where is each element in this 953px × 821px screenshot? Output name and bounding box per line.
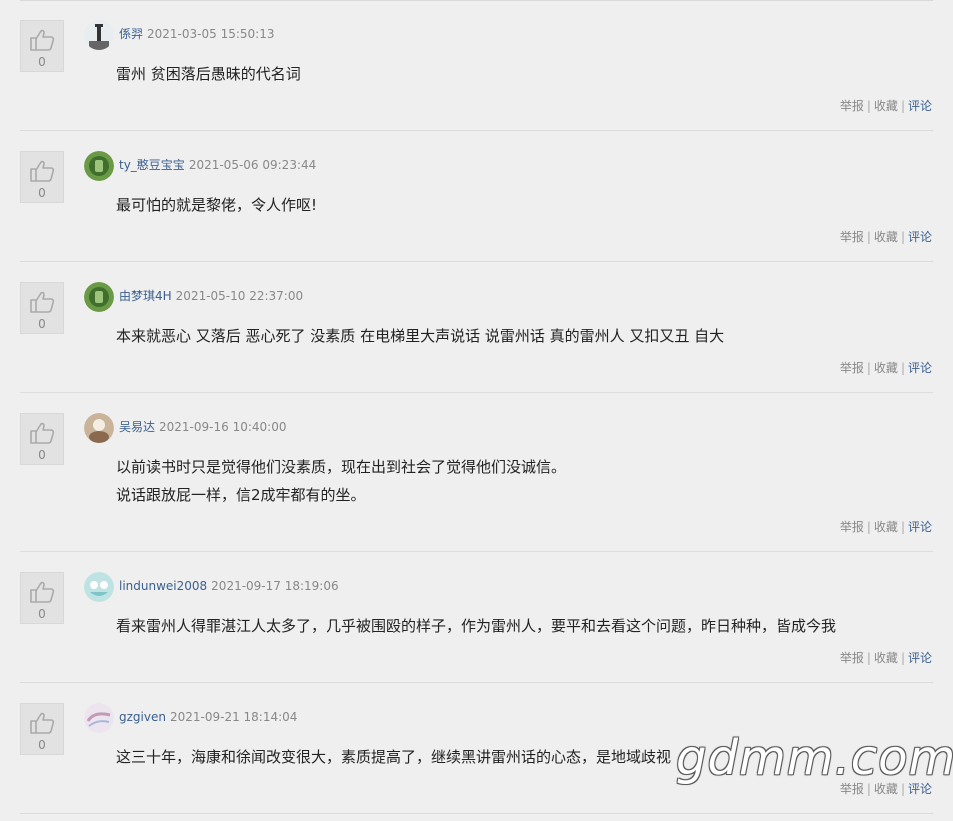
reply-link[interactable]: 评论 [908, 651, 932, 665]
comment-item: 0 ty_憨豆宝宝 2021-05-06 09:23:44 最可怕的就是黎佬，令人… [0, 131, 953, 262]
username-link[interactable]: gzgiven [119, 710, 166, 724]
like-count: 0 [38, 738, 46, 752]
comment-actions: 举报 | 收藏 | 评论 [839, 520, 932, 534]
avatar[interactable] [84, 151, 114, 181]
like-count: 0 [38, 607, 46, 621]
comment-actions: 举报 | 收藏 | 评论 [839, 782, 932, 796]
thumbs-up-icon [30, 712, 55, 734]
comment-actions: 举报 | 收藏 | 评论 [839, 99, 932, 113]
like-count: 0 [38, 186, 46, 200]
avatar[interactable] [84, 20, 114, 50]
avatar[interactable] [84, 703, 114, 733]
username-link[interactable]: 由梦琪4H [119, 289, 172, 303]
comment-time: 2021-09-16 10:40:00 [159, 420, 287, 434]
avatar[interactable] [84, 413, 114, 443]
collect-link[interactable]: 收藏 [874, 361, 898, 375]
comment-time: 2021-09-17 18:19:06 [211, 579, 339, 593]
like-button[interactable]: 0 [20, 20, 64, 72]
report-link[interactable]: 举报 [840, 99, 864, 113]
username-link[interactable]: 係羿 [119, 27, 143, 41]
username-link[interactable]: ty_憨豆宝宝 [119, 158, 185, 172]
comment-text: 以前读书时只是觉得他们没素质，现在出到社会了觉得他们没诚信。 说话跟放屁一样，信… [116, 453, 566, 509]
report-link[interactable]: 举报 [840, 520, 864, 534]
collect-link[interactable]: 收藏 [874, 230, 898, 244]
comment-actions: 举报 | 收藏 | 评论 [839, 361, 932, 375]
comment-time: 2021-09-21 18:14:04 [169, 710, 298, 724]
like-count: 0 [38, 448, 46, 462]
report-link[interactable]: 举报 [840, 361, 864, 375]
collect-link[interactable]: 收藏 [874, 782, 898, 796]
comment-actions: 举报 | 收藏 | 评论 [839, 651, 932, 665]
comment-item: 0 係羿 2021-03-05 15:50:13 雷州 贫困落后愚昧的代名词 举报… [0, 0, 953, 131]
username-link[interactable]: lindunwei2008 [119, 579, 207, 593]
thumbs-up-icon [30, 422, 55, 444]
comment-item: 0 由梦琪4H 2021-05-10 22:37:00 本来就恶心 又落后 恶心死… [0, 262, 953, 393]
avatar[interactable] [84, 282, 114, 312]
like-button[interactable]: 0 [20, 572, 64, 624]
thumbs-up-icon [30, 29, 55, 51]
reply-link[interactable]: 评论 [908, 361, 932, 375]
comment-text: 这三十年，海康和徐闻改变很大，素质提高了，继续黑讲雷州话的心态，是地域歧视 [116, 743, 671, 771]
report-link[interactable]: 举报 [840, 230, 864, 244]
reply-link[interactable]: 评论 [908, 782, 932, 796]
comment-line: 以前读书时只是觉得他们没素质，现在出到社会了觉得他们没诚信。 [116, 458, 567, 476]
divider [20, 813, 933, 814]
comment-item: 0 gzgiven 2021-09-21 18:14:04 这三十年，海康和徐闻改… [0, 683, 953, 814]
comment-line: 这三十年，海康和徐闻改变很大，素质提高了，继续黑讲雷州话的心态，是地域歧视 [116, 748, 672, 766]
collect-link[interactable]: 收藏 [874, 99, 898, 113]
like-button[interactable]: 0 [20, 413, 64, 465]
thumbs-up-icon [30, 581, 55, 603]
like-button[interactable]: 0 [20, 151, 64, 203]
comment-time: 2021-05-10 22:37:00 [175, 289, 304, 303]
comment-time: 2021-03-05 15:50:13 [147, 27, 275, 41]
report-link[interactable]: 举报 [840, 651, 864, 665]
thumbs-up-icon [30, 160, 55, 182]
like-count: 0 [38, 317, 46, 331]
comment-time: 2021-05-06 09:23:44 [188, 158, 317, 172]
collect-link[interactable]: 收藏 [874, 651, 898, 665]
collect-link[interactable]: 收藏 [874, 520, 898, 534]
comment-line: 最可怕的就是黎佬，令人作呕! [116, 196, 318, 214]
comment-text: 雷州 贫困落后愚昧的代名词 [116, 60, 301, 88]
comment-text: 本来就恶心 又落后 恶心死了 没素质 在电梯里大声说话 说雷州话 真的雷州人 又… [116, 322, 724, 350]
reply-link[interactable]: 评论 [908, 230, 932, 244]
reply-link[interactable]: 评论 [908, 99, 932, 113]
comment-text: 最可怕的就是黎佬，令人作呕! [116, 191, 317, 219]
like-count: 0 [38, 55, 46, 69]
comment-line: 雷州 贫困落后愚昧的代名词 [116, 65, 301, 83]
comment-item: 0 吴易达 2021-09-16 10:40:00 以前读书时只是觉得他们没素质，… [0, 393, 953, 552]
comment-line: 看来雷州人得罪湛江人太多了，几乎被围殴的样子，作为雷州人，要平和去看这个问题，昨… [116, 617, 837, 635]
comment-line: 本来就恶心 又落后 恶心死了 没素质 在电梯里大声说话 说雷州话 真的雷州人 又… [116, 327, 725, 345]
comment-line: 说话跟放屁一样，信2成牢都有的坐。 [116, 486, 366, 504]
report-link[interactable]: 举报 [840, 782, 864, 796]
avatar[interactable] [84, 572, 114, 602]
like-button[interactable]: 0 [20, 282, 64, 334]
like-button[interactable]: 0 [20, 703, 64, 755]
username-link[interactable]: 吴易达 [119, 420, 155, 434]
comment-text: 看来雷州人得罪湛江人太多了，几乎被围殴的样子，作为雷州人，要平和去看这个问题，昨… [116, 612, 836, 640]
comment-item: 0 lindunwei2008 2021-09-17 18:19:06 看来雷州人… [0, 552, 953, 683]
comment-actions: 举报 | 收藏 | 评论 [839, 230, 932, 244]
reply-link[interactable]: 评论 [908, 520, 932, 534]
thumbs-up-icon [30, 291, 55, 313]
